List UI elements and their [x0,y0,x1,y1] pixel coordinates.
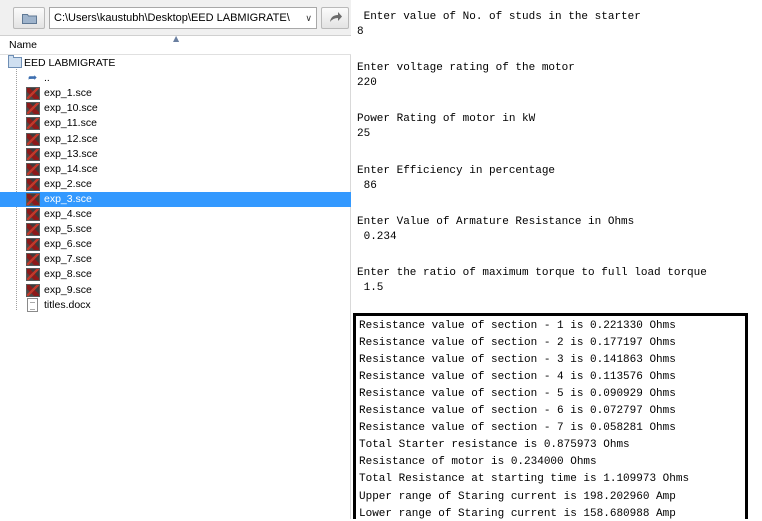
file-item[interactable]: exp_2.sce [0,177,351,192]
file-name: exp_4.sce [44,208,92,220]
console-input-value: 25 [357,128,371,141]
file-item[interactable]: exp_13.sce [0,147,351,162]
console-result-line: Total Resistance at starting time is 1.1… [359,473,690,486]
console-result-line: Total Starter resistance is 0.875973 Ohm… [359,439,630,452]
console-input-value: 1.5 [357,282,384,294]
console-result-line: Resistance of motor is 0.234000 Ohms [359,456,597,469]
file-item[interactable]: exp_1.sce [0,86,351,101]
parent-arrow-icon: ➦ [28,72,38,85]
scilab-file-icon [26,192,40,206]
console-prompt: Enter Value of Armature Resistance in Oh… [357,215,635,228]
file-item[interactable]: exp_8.sce [0,267,351,282]
file-name: exp_10.sce [44,102,98,115]
scilab-file-icon [26,283,40,297]
tree-root-folder[interactable]: EED LABMIGRATE [0,55,351,71]
file-name: exp_14.sce [44,162,98,175]
console-input-value: 8 [357,26,364,38]
parent-folder-button[interactable] [321,7,349,29]
scilab-file-icon [26,223,40,237]
console-input-value: 220 [357,77,377,90]
up-arrow-icon [330,12,342,22]
console-result-line: Resistance value of section - 7 is 0.058… [359,422,676,435]
scilab-file-icon [26,132,40,146]
console-prompt: Enter voltage rating of the motor [357,62,575,75]
tree-parent-item[interactable]: ➦.. [0,71,351,86]
scilab-file-icon [26,102,40,116]
scilab-file-icon [26,162,40,176]
scilab-file-icon [26,208,40,221]
file-item[interactable]: exp_10.sce [0,101,351,116]
folder-icon [8,55,22,68]
file-item[interactable]: exp_9.sce [0,283,351,298]
file-item[interactable]: exp_5.sce [0,222,351,237]
file-name: exp_9.sce [44,283,92,296]
file-item[interactable]: exp_7.sce [0,252,351,267]
document-icon [27,297,38,312]
console-result-line: Resistance value of section - 2 is 0.177… [359,337,676,350]
file-name: exp_11.sce [44,117,97,130]
console-result-line: Resistance value of section - 5 is 0.090… [359,388,676,401]
tree-root-label: EED LABMIGRATE [24,57,116,69]
tree-parent-label: .. [44,72,50,85]
scilab-file-icon [26,253,40,267]
console-result-line: Resistance value of section - 4 is 0.113… [359,371,676,384]
sort-ascending-icon: ▲ [173,34,180,43]
name-column-header[interactable]: Name ▲ [0,34,351,55]
path-text: C:\Users\kaustubh\Desktop\EED LABMIGRATE… [54,12,290,24]
path-toolbar: C:\Users\kaustubh\Desktop\EED LABMIGRATE… [0,0,351,36]
file-item[interactable]: exp_6.sce [0,237,351,252]
file-name: exp_2.sce [44,177,92,190]
file-item[interactable]: exp_14.sce [0,162,351,177]
file-name: exp_3.sce [44,192,92,205]
scilab-file-icon [26,87,40,101]
file-item[interactable]: exp_11.sce [0,116,351,131]
console-result-line: Resistance value of section - 3 is 0.141… [359,354,676,367]
console-input-value: 0.234 [357,230,397,243]
file-item-selected[interactable]: exp_3.sce [0,191,351,207]
file-item[interactable]: exp_4.sce [0,207,351,222]
scilab-file-icon [26,117,40,131]
console-result-line: Resistance value of section - 1 is 0.221… [359,320,676,332]
file-name: exp_8.sce [44,268,92,281]
chevron-down-icon[interactable]: ∨ [305,8,312,28]
scilab-file-icon [26,147,40,161]
file-name: exp_7.sce [44,253,92,266]
file-name: exp_13.sce [44,147,98,160]
results-highlight-box: Resistance value of section - 1 is 0.221… [353,313,748,520]
console-prompt: Power Rating of motor in kW [357,113,536,126]
console-prompt: Enter Efficiency in percentage [357,164,556,177]
console-prompt: Enter the ratio of maximum torque to ful… [357,267,707,279]
file-name: exp_12.sce [44,132,98,145]
path-input[interactable]: C:\Users\kaustubh\Desktop\EED LABMIGRATE… [49,7,317,29]
console-result-line: Upper range of Staring current is 198.20… [359,490,676,503]
console-prompt: Enter value of No. of studs in the start… [357,11,641,23]
scilab-file-icon [26,177,40,191]
file-name: exp_6.sce [44,238,92,251]
file-item[interactable]: titles.docx [0,297,351,313]
file-name: exp_1.sce [44,87,92,100]
file-name: exp_5.sce [44,223,92,236]
file-item[interactable]: exp_12.sce [0,132,351,147]
file-name: titles.docx [44,298,91,311]
scilab-file-icon [26,238,40,252]
column-header-label: Name [9,39,38,51]
scilab-file-icon [26,268,40,282]
console-input-value: 86 [357,179,377,192]
file-browser-pane: C:\Users\kaustubh\Desktop\EED LABMIGRATE… [0,0,351,519]
browse-folder-button[interactable] [13,7,45,29]
folder-icon [22,14,37,24]
console-result-line: Resistance value of section - 6 is 0.072… [359,405,676,418]
